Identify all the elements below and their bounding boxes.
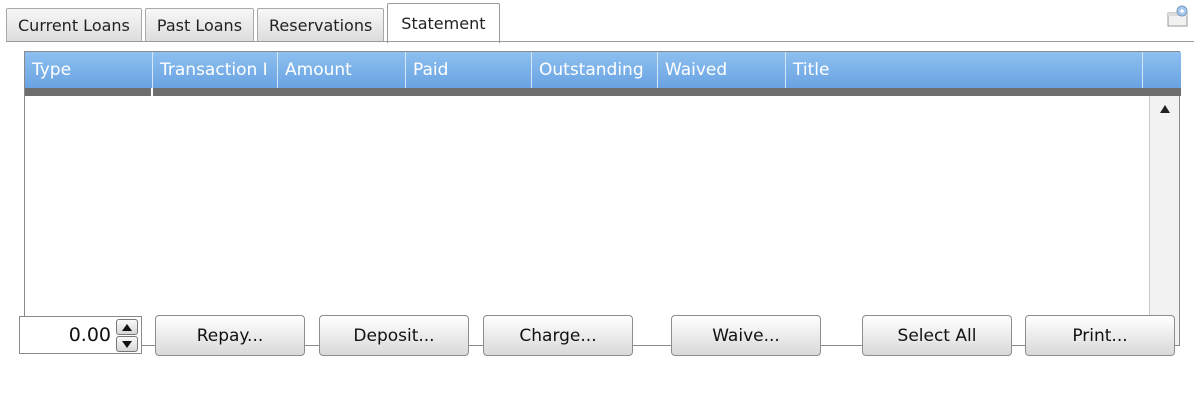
column-header-waived[interactable]: Waived: [658, 52, 786, 88]
repay-button[interactable]: Repay...: [155, 315, 305, 356]
select-all-button[interactable]: Select All: [862, 315, 1012, 356]
column-header-filler: [1143, 52, 1181, 88]
column-header-transaction-id[interactable]: Transaction I: [153, 52, 278, 88]
spin-up-icon[interactable]: [116, 319, 138, 335]
table-header: Type Transaction I Amount Paid Outstandi…: [25, 52, 1181, 88]
statement-table[interactable]: Type Transaction I Amount Paid Outstandi…: [24, 51, 1181, 346]
amount-input[interactable]: 0.00: [69, 317, 111, 353]
tab-current-loans[interactable]: Current Loans: [6, 8, 142, 42]
scroll-up-arrow-icon[interactable]: [1150, 98, 1180, 120]
waive-button[interactable]: Waive...: [671, 315, 821, 356]
amount-spinner[interactable]: 0.00: [19, 316, 142, 354]
deposit-button[interactable]: Deposit...: [319, 315, 469, 356]
table-header-separator: [25, 88, 1181, 96]
charge-button[interactable]: Charge...: [483, 315, 633, 356]
column-header-title[interactable]: Title: [786, 52, 1143, 88]
panel-detach-icon[interactable]: [1166, 4, 1190, 28]
tab-statement[interactable]: Statement: [387, 3, 500, 43]
tab-bar: Current Loans Past Loans Reservations St…: [6, 0, 503, 43]
column-header-type[interactable]: Type: [25, 52, 153, 88]
column-header-outstanding[interactable]: Outstanding: [532, 52, 658, 88]
tab-past-loans[interactable]: Past Loans: [144, 8, 255, 42]
print-button[interactable]: Print...: [1025, 315, 1175, 356]
column-header-paid[interactable]: Paid: [406, 52, 532, 88]
spin-down-icon[interactable]: [116, 336, 138, 352]
column-header-amount[interactable]: Amount: [278, 52, 406, 88]
tab-reservations[interactable]: Reservations: [257, 8, 385, 42]
vertical-scrollbar[interactable]: [1149, 96, 1179, 345]
